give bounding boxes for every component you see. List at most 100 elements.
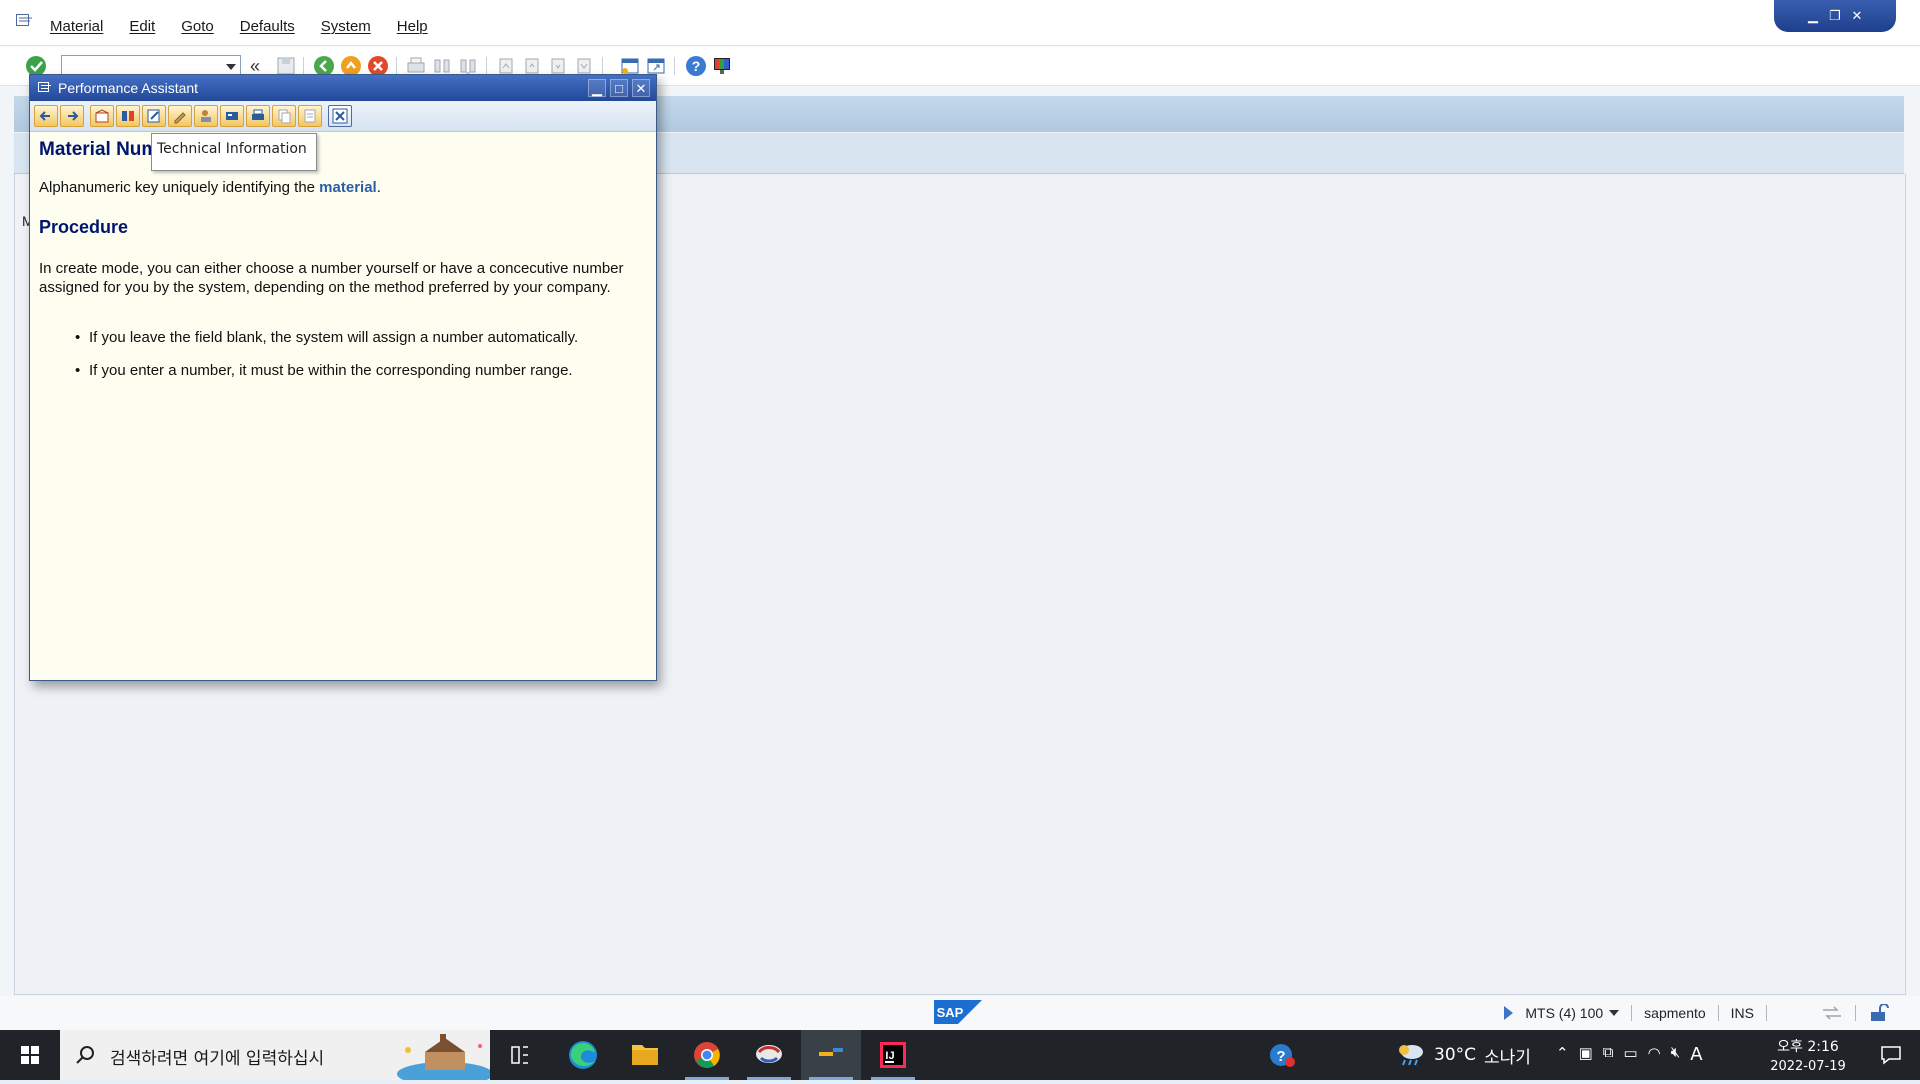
taskbar-edge[interactable] [553, 1030, 613, 1080]
minimize-icon[interactable]: ▁ [588, 79, 606, 97]
toolbar-separator [303, 57, 304, 75]
taskbar-clock[interactable]: 오후 2:16 2022-07-19 [1760, 1036, 1856, 1074]
taskbar-sap-logon[interactable] [739, 1030, 799, 1080]
window-menu-icon[interactable] [38, 82, 52, 93]
chevron-down-icon[interactable] [226, 64, 236, 70]
material-link[interactable]: material [319, 179, 377, 196]
display-icon[interactable]: ⧉ [1603, 1044, 1614, 1065]
taskbar-intellij[interactable]: IJ [863, 1030, 923, 1080]
weather-description: 소나기 [1484, 1047, 1531, 1068]
sap-logon-icon [756, 1045, 782, 1063]
display-settings-icon[interactable] [220, 105, 244, 127]
weather-temperature: 30°C [1434, 1045, 1477, 1065]
taskbar-search[interactable]: 검색하려면 여기에 입력하십시 [60, 1030, 490, 1080]
rain-cloud-icon [1399, 1045, 1423, 1066]
close-icon[interactable]: ✕ [632, 79, 650, 97]
toolbar-separator [602, 57, 603, 75]
print-icon[interactable] [246, 105, 270, 127]
menu-goto[interactable]: Goto [181, 18, 214, 35]
task-view-button[interactable] [490, 1030, 550, 1080]
close-help-icon[interactable] [328, 105, 352, 127]
system-tray: ⌃ ▣ ⧉ ▭ ◠ 🔇︎ A [1556, 1044, 1703, 1065]
intellij-icon: IJ [880, 1042, 906, 1068]
list-item: If you leave the field blank, the system… [75, 329, 635, 346]
windows-taskbar: 검색하려면 여기에 입력하십시 IJ ? 30°C 소나기 ⌃ ▣ ⧉ ▭ ◠ … [0, 1030, 1920, 1080]
svg-text:?: ? [1276, 1048, 1285, 1065]
minimize-icon[interactable]: ▁ [1804, 7, 1822, 25]
performance-assistant-titlebar[interactable]: Performance Assistant ▁ □ ✕ [30, 75, 656, 101]
svg-text:?: ? [692, 58, 701, 74]
status-separator [1717, 1005, 1719, 1021]
edit-icon[interactable] [168, 105, 192, 127]
document-icon[interactable] [298, 105, 322, 127]
definition-text: Alphanumeric key uniquely identifying th… [39, 179, 320, 196]
windows-start-icon[interactable] [0, 1030, 60, 1080]
edge-icon [569, 1041, 597, 1069]
taskbar-chrome[interactable] [677, 1030, 737, 1080]
close-icon[interactable]: ✕ [1848, 7, 1866, 25]
copy-icon[interactable] [272, 105, 296, 127]
ime-indicator[interactable]: A [1690, 1044, 1702, 1065]
layout-menu-icon[interactable] [710, 54, 734, 78]
menu-system[interactable]: System [321, 18, 371, 35]
get-help-icon[interactable]: ? [1268, 1042, 1298, 1070]
task-view-icon [511, 1046, 528, 1064]
chrome-icon [694, 1042, 720, 1068]
status-separator [1631, 1005, 1633, 1021]
volume-muted-icon[interactable]: 🔇︎ [1671, 1044, 1680, 1065]
chevron-up-icon[interactable]: ⌃ [1556, 1044, 1569, 1065]
user-name: sapmento [1644, 1005, 1706, 1021]
search-placeholder: 검색하려면 여기에 입력하십시 [110, 1049, 325, 1069]
meeting-icon[interactable]: ▣ [1579, 1044, 1593, 1065]
clock-time: 오후 2:16 [1777, 1039, 1839, 1055]
system-info[interactable]: MTS (4) 100 [1525, 1005, 1603, 1021]
performance-assistant-window[interactable]: Performance Assistant ▁ □ ✕ Material Num… [29, 74, 657, 681]
performance-assistant-title: Performance Assistant [58, 80, 199, 96]
toolbar-separator [674, 57, 675, 75]
folder-icon [632, 1045, 658, 1065]
battery-icon[interactable]: ▭ [1623, 1044, 1637, 1065]
status-info: MTS (4) 100 sapmento INS [1504, 1004, 1890, 1022]
forward-arrow-icon[interactable] [60, 105, 84, 127]
menu-help[interactable]: Help [397, 18, 428, 35]
weather-widget[interactable]: 30°C 소나기 [1396, 1042, 1531, 1068]
restore-icon[interactable]: ❐ [1826, 7, 1844, 25]
taskbar-file-explorer[interactable] [615, 1030, 675, 1080]
input-mode[interactable]: INS [1731, 1005, 1754, 1021]
lock-icon[interactable] [1868, 1004, 1890, 1022]
help-icon[interactable]: ? [684, 54, 708, 78]
wifi-icon[interactable]: ◠ [1648, 1044, 1661, 1065]
list-item: If you enter a number, it must be within… [75, 362, 635, 379]
user-settings-icon[interactable] [194, 105, 218, 127]
tooltip: Technical Information [151, 133, 317, 171]
procedure-bullets: If you leave the field blank, the system… [75, 329, 635, 395]
chevron-down-icon[interactable] [1609, 1010, 1620, 1016]
taskbar-sap-gui-active[interactable] [801, 1030, 861, 1080]
search-icon [76, 1046, 94, 1064]
menu-bar: Material Edit Goto Defaults System Help … [0, 0, 1920, 46]
technical-information-icon[interactable] [142, 105, 166, 127]
toolbar-separator [396, 57, 397, 75]
glossary-icon[interactable] [116, 105, 140, 127]
status-separator [1766, 1005, 1767, 1021]
window-controls: ▁ ❐ ✕ [1774, 0, 1896, 32]
application-help-icon[interactable] [90, 105, 114, 127]
menu-material[interactable]: Material [50, 18, 103, 35]
sap-gui-icon [819, 1048, 843, 1056]
status-separator [1855, 1005, 1856, 1021]
command-input[interactable] [62, 56, 220, 76]
notification-icon[interactable] [1880, 1044, 1902, 1066]
procedure-text: In create mode, you can either choose a … [39, 260, 624, 296]
help-definition: Alphanumeric key uniquely identifying th… [39, 179, 381, 196]
maximize-icon[interactable]: □ [610, 79, 628, 97]
status-toggle-icon[interactable] [1504, 1006, 1514, 1020]
menu-edit[interactable]: Edit [129, 18, 155, 35]
performance-assistant-window-controls: ▁ □ ✕ [588, 79, 650, 97]
menu-defaults[interactable]: Defaults [240, 18, 295, 35]
svg-text:SAP: SAP [937, 1005, 964, 1020]
definition-end: . [376, 179, 381, 196]
clock-date: 2022-07-19 [1770, 1059, 1846, 1074]
app-menu-icon[interactable] [16, 14, 33, 27]
back-arrow-icon[interactable] [34, 105, 58, 127]
svg-text:IJ: IJ [885, 1050, 894, 1062]
